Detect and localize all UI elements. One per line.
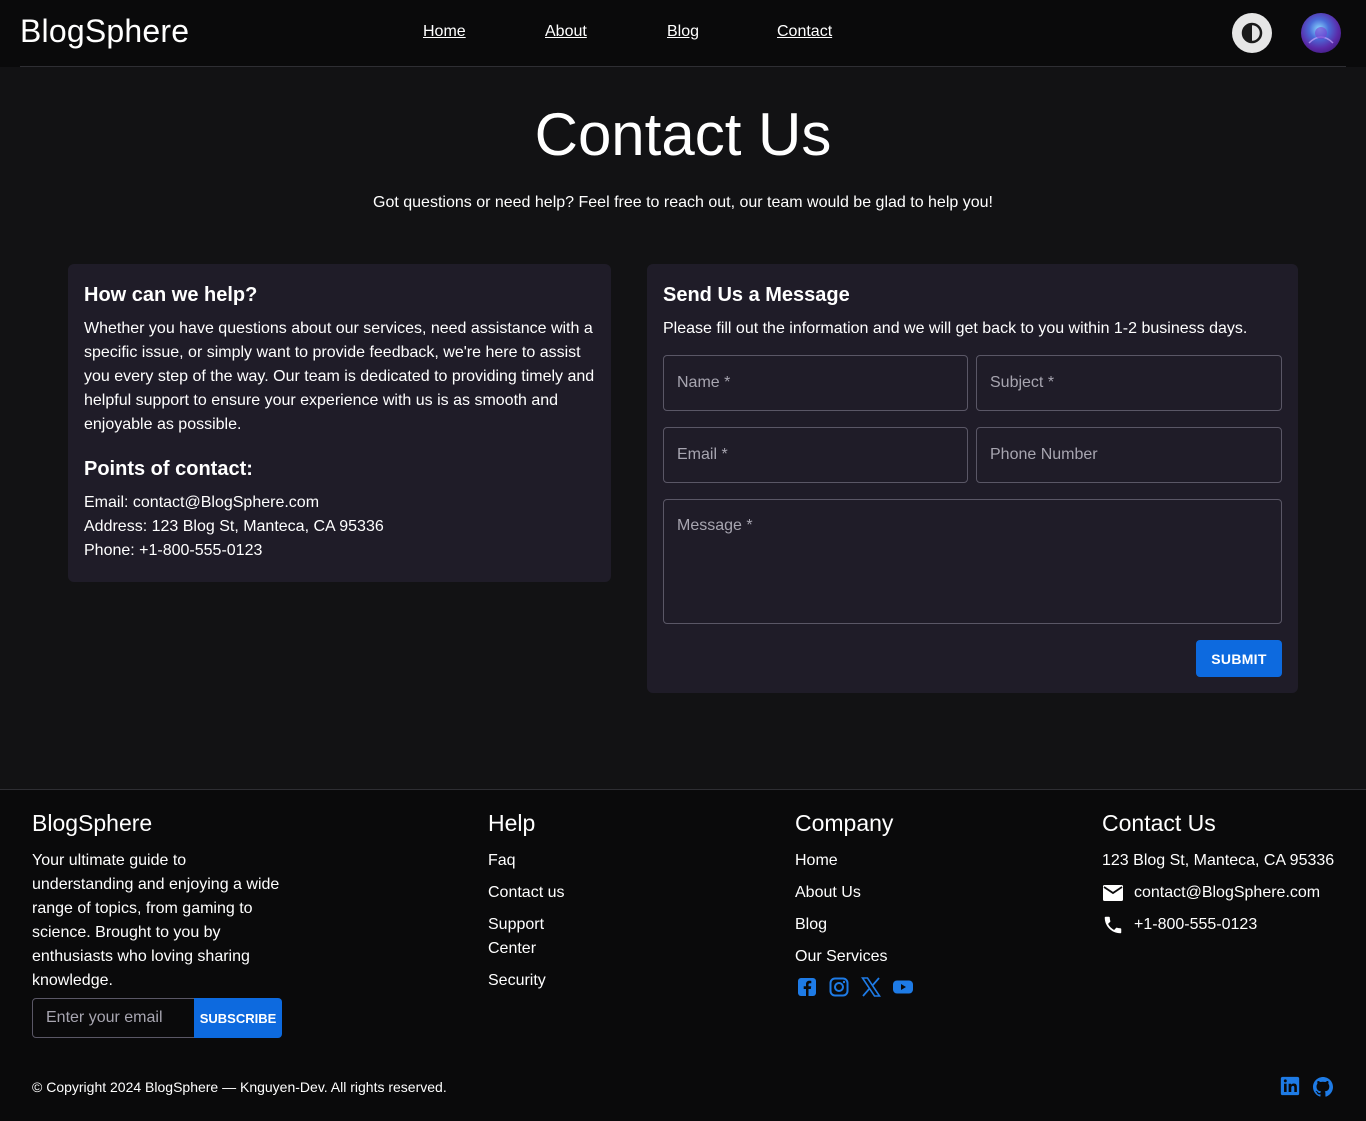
footer-help-title: Help: [488, 810, 536, 836]
footer-brand: BlogSphere: [32, 810, 153, 836]
page-subtitle: Got questions or need help? Feel free to…: [373, 194, 993, 211]
help-card: How can we help? Whether you have questi…: [68, 264, 611, 582]
footer-link-contact-us[interactable]: Contact us: [488, 881, 564, 905]
footer-link-blog[interactable]: Blog: [795, 913, 893, 937]
phone-field[interactable]: Phone Number: [976, 427, 1282, 483]
footer-link-faq[interactable]: Faq: [488, 849, 564, 873]
bottom-social-links: [1279, 1075, 1335, 1099]
footer-phone-text[interactable]: +1-800-555-0123: [1134, 913, 1257, 937]
subscribe-email-input[interactable]: Enter your email: [32, 998, 195, 1038]
footer-contact-column: Contact Us 123 Blog St, Manteca, CA 9533…: [1102, 810, 1334, 945]
github-icon[interactable]: [1311, 1075, 1335, 1099]
contrast-icon: [1241, 22, 1263, 44]
youtube-icon[interactable]: [891, 975, 915, 999]
footer-description: Your ultimate guide to understanding and…: [32, 852, 280, 989]
footer-link-support-center[interactable]: Support Center: [488, 913, 558, 961]
footer-company-column: Company Home About Us Blog Our Services: [795, 810, 893, 977]
contact-phone-line: Phone: +1-800-555-0123: [84, 542, 263, 559]
nav-link-blog[interactable]: Blog: [667, 23, 699, 41]
theme-toggle-button[interactable]: [1232, 13, 1272, 53]
footer-address: 123 Blog St, Manteca, CA 95336: [1102, 849, 1334, 873]
footer-address-text: 123 Blog St, Manteca, CA 95336: [1102, 852, 1335, 869]
nav-link-about[interactable]: About: [545, 23, 587, 41]
facebook-icon[interactable]: [795, 975, 819, 999]
subscribe-button[interactable]: SUBSCRIBE: [194, 998, 282, 1038]
help-card-title: How can we help?: [84, 284, 258, 306]
email-field[interactable]: Email *: [663, 427, 968, 483]
social-links: [795, 975, 915, 999]
subject-field[interactable]: Subject *: [976, 355, 1282, 411]
avatar-image: [1308, 27, 1334, 44]
page-title: Contact Us: [534, 101, 832, 168]
avatar[interactable]: [1301, 13, 1341, 53]
contact-address-line: Address: 123 Blog St, Manteca, CA 95336: [84, 518, 384, 535]
points-of-contact-title: Points of contact:: [84, 458, 253, 480]
nav-link-home[interactable]: Home: [423, 23, 466, 41]
nav-link-contact[interactable]: Contact: [777, 23, 832, 41]
submit-button[interactable]: SUBMIT: [1196, 640, 1282, 677]
contact-form-card: Send Us a Message Please fill out the in…: [647, 264, 1298, 693]
footer-link-security[interactable]: Security: [488, 969, 564, 993]
header-divider: [20, 66, 1346, 67]
main-nav: Home About Blog Contact: [0, 23, 1366, 43]
subscribe-form: Enter your email SUBSCRIBE: [32, 998, 282, 1038]
footer-help-column: Help Faq Contact us Support Center Secur…: [488, 810, 564, 1001]
footer-email-text[interactable]: contact@BlogSphere.com: [1134, 881, 1320, 905]
footer-brand-column: BlogSphere Your ultimate guide to unders…: [32, 810, 284, 993]
message-field[interactable]: Message *: [663, 499, 1282, 624]
footer-link-home[interactable]: Home: [795, 849, 893, 873]
form-card-subtitle: Please fill out the information and we w…: [663, 320, 1248, 337]
footer-link-our-services[interactable]: Our Services: [795, 945, 893, 969]
copyright-text: © Copyright 2024 BlogSphere — Knguyen-De…: [32, 1079, 447, 1095]
linkedin-icon[interactable]: [1279, 1075, 1303, 1099]
form-card-title: Send Us a Message: [663, 284, 850, 306]
footer-email-row: contact@BlogSphere.com: [1102, 881, 1334, 905]
instagram-icon[interactable]: [827, 975, 851, 999]
footer-contact-title: Contact Us: [1102, 810, 1216, 836]
footer-company-title: Company: [795, 810, 894, 836]
help-card-body: Whether you have questions about our ser…: [84, 320, 595, 433]
name-field[interactable]: Name *: [663, 355, 968, 411]
footer-link-about-us[interactable]: About Us: [795, 881, 893, 905]
footer-phone-row: +1-800-555-0123: [1102, 913, 1334, 937]
contact-email-line: Email: contact@BlogSphere.com: [84, 494, 320, 511]
footer: BlogSphere Your ultimate guide to unders…: [0, 789, 1366, 1121]
x-icon[interactable]: [859, 975, 883, 999]
mail-icon: [1103, 885, 1123, 901]
phone-icon: [1104, 916, 1122, 934]
top-navbar: BlogSphere Home About Blog Contact: [0, 0, 1366, 67]
